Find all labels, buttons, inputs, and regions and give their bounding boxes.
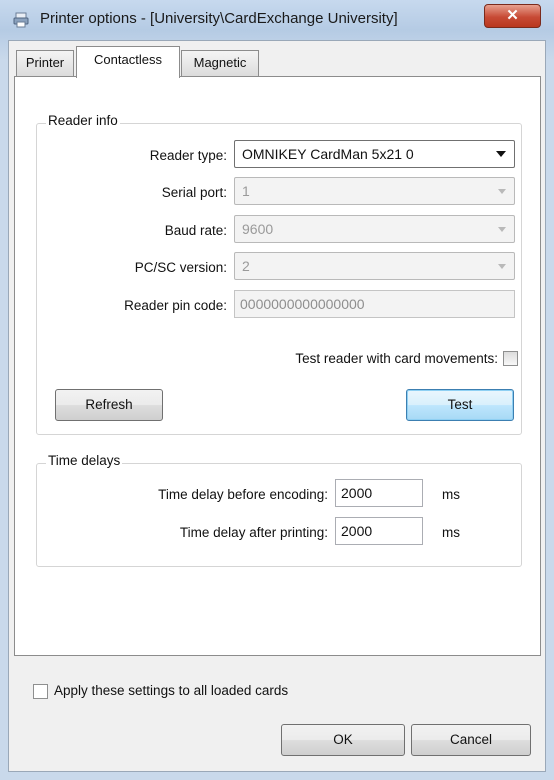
cancel-button-label: Cancel (449, 732, 493, 747)
apply-all-label: Apply these settings to all loaded cards (54, 683, 289, 698)
chevron-down-icon (498, 227, 506, 232)
reader-type-dropdown[interactable]: OMNIKEY CardMan 5x21 0 (234, 140, 515, 168)
window-title: Printer options - [University\CardExchan… (40, 10, 398, 27)
reader-type-label: Reader type: (149, 148, 227, 163)
delay-after-printing-label: Time delay after printing: (179, 525, 328, 540)
tab-printer[interactable]: Printer (16, 50, 74, 76)
reader-pin-code-field[interactable]: 0000000000000000 (234, 290, 515, 318)
reader-pin-code-label: Reader pin code: (124, 298, 227, 313)
tab-label: Printer (25, 55, 65, 70)
baud-rate-value: 9600 (242, 221, 274, 237)
time-delays-group (36, 463, 522, 567)
ok-button[interactable]: OK (281, 724, 405, 756)
baud-rate-label: Baud rate: (164, 223, 227, 238)
pcsc-version-dropdown[interactable]: 2 (234, 252, 515, 280)
test-card-movements-checkbox[interactable] (503, 351, 518, 366)
delay-before-encoding-unit: ms (442, 487, 460, 502)
apply-all-checkbox[interactable] (33, 684, 48, 699)
printer-options-window: Printer options - [University\CardExchan… (0, 0, 554, 780)
refresh-button-label: Refresh (85, 397, 133, 412)
close-button[interactable]: ✕ (484, 4, 541, 28)
chevron-down-icon (496, 151, 506, 157)
refresh-button[interactable]: Refresh (55, 389, 163, 421)
delay-before-encoding-label: Time delay before encoding: (158, 487, 328, 502)
delay-before-encoding-field[interactable]: 2000 (335, 479, 423, 507)
pcsc-version-value: 2 (242, 258, 250, 274)
serial-port-value: 1 (242, 183, 250, 199)
ok-button-label: OK (333, 732, 353, 747)
tab-magnetic[interactable]: Magnetic (181, 50, 259, 76)
delay-after-printing-field[interactable]: 2000 (335, 517, 423, 545)
chevron-down-icon (498, 189, 506, 194)
test-button-label: Test (447, 397, 473, 412)
tab-contactless[interactable]: Contactless (76, 46, 180, 78)
chevron-down-icon (498, 264, 506, 269)
delay-after-printing-unit: ms (442, 525, 460, 540)
serial-port-dropdown[interactable]: 1 (234, 177, 515, 205)
tab-label: Magnetic (193, 55, 247, 70)
serial-port-label: Serial port: (161, 185, 227, 200)
test-card-movements-label: Test reader with card movements: (295, 351, 498, 366)
time-delays-group-title: Time delays (46, 453, 123, 468)
test-button[interactable]: Test (406, 389, 514, 421)
title-bar[interactable]: Printer options - [University\CardExchan… (0, 0, 554, 40)
baud-rate-dropdown[interactable]: 9600 (234, 215, 515, 243)
reader-type-value: OMNIKEY CardMan 5x21 0 (242, 146, 414, 162)
close-icon: ✕ (506, 7, 519, 24)
tab-label: Contactless (94, 52, 162, 67)
contactless-tab-panel: Reader info Reader type: OMNIKEY CardMan… (14, 76, 541, 656)
cancel-button[interactable]: Cancel (411, 724, 531, 756)
reader-info-group-title: Reader info (46, 113, 120, 128)
pcsc-version-label: PC/SC version: (134, 260, 227, 275)
printer-icon (13, 12, 29, 28)
